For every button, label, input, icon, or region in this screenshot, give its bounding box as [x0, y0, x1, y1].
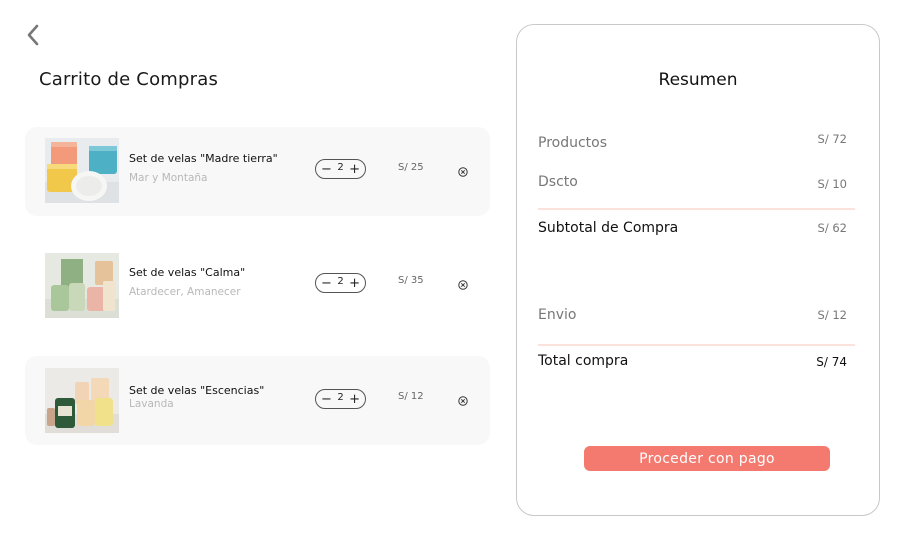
- increase-button[interactable]: +: [349, 393, 360, 406]
- item-variant: Lavanda: [129, 398, 174, 410]
- subtotal-label: Subtotal de Compra: [538, 220, 679, 236]
- increase-button[interactable]: +: [349, 277, 360, 290]
- remove-item-icon[interactable]: [458, 280, 468, 290]
- divider: [538, 344, 855, 346]
- item-name: Set de velas "Madre tierra": [129, 152, 278, 165]
- quantity-value: 2: [337, 161, 344, 173]
- item-name: Set de velas "Calma": [129, 266, 246, 279]
- order-summary-panel: Resumen Productos S/ 72 Dscto S/ 10 Subt…: [516, 24, 880, 516]
- shipping-value: S/ 12: [817, 308, 847, 322]
- remove-item-icon[interactable]: [458, 396, 468, 406]
- summary-title: Resumen: [658, 70, 738, 90]
- quantity-stepper: − 2 +: [315, 273, 366, 293]
- item-variant: Mar y Montaña: [129, 172, 208, 184]
- products-label: Productos: [538, 135, 608, 151]
- shipping-label: Envio: [538, 307, 577, 323]
- subtotal-value: S/ 62: [817, 221, 847, 235]
- discount-value: S/ 10: [817, 177, 847, 191]
- total-value: S/ 74: [816, 355, 847, 369]
- item-price: S/ 35: [398, 275, 424, 286]
- quantity-stepper: − 2 +: [315, 159, 366, 179]
- proceed-to-payment-button[interactable]: Proceder con pago: [584, 446, 830, 471]
- app-frame: Carrito de Compras Set de velas "Madre t…: [0, 0, 903, 542]
- divider: [538, 208, 855, 210]
- decrease-button[interactable]: −: [321, 163, 332, 176]
- decrease-button[interactable]: −: [321, 277, 332, 290]
- cart-item: Set de velas "Madre tierra" Mar y Montañ…: [25, 127, 490, 216]
- discount-label: Dscto: [538, 174, 578, 190]
- remove-item-icon[interactable]: [458, 167, 468, 177]
- item-price: S/ 12: [398, 391, 424, 402]
- chevron-left-icon: [27, 24, 39, 46]
- product-image: [45, 253, 119, 318]
- item-name: Set de velas "Escencias": [129, 384, 265, 397]
- products-value: S/ 72: [817, 132, 847, 146]
- cart-item: Set de velas "Calma" Atardecer, Amanecer…: [25, 241, 490, 330]
- item-price: S/ 25: [398, 162, 424, 173]
- cart-item: Set de velas "Escencias" Lavanda − 2 + S…: [25, 356, 490, 445]
- product-image: [45, 368, 119, 433]
- total-label: Total compra: [538, 353, 629, 369]
- quantity-stepper: − 2 +: [315, 389, 366, 409]
- increase-button[interactable]: +: [349, 163, 360, 176]
- back-button[interactable]: [22, 22, 44, 48]
- product-image: [45, 138, 119, 203]
- page-title: Carrito de Compras: [39, 69, 219, 90]
- item-variant: Atardecer, Amanecer: [129, 286, 241, 298]
- quantity-value: 2: [337, 391, 344, 403]
- decrease-button[interactable]: −: [321, 393, 332, 406]
- quantity-value: 2: [337, 275, 344, 287]
